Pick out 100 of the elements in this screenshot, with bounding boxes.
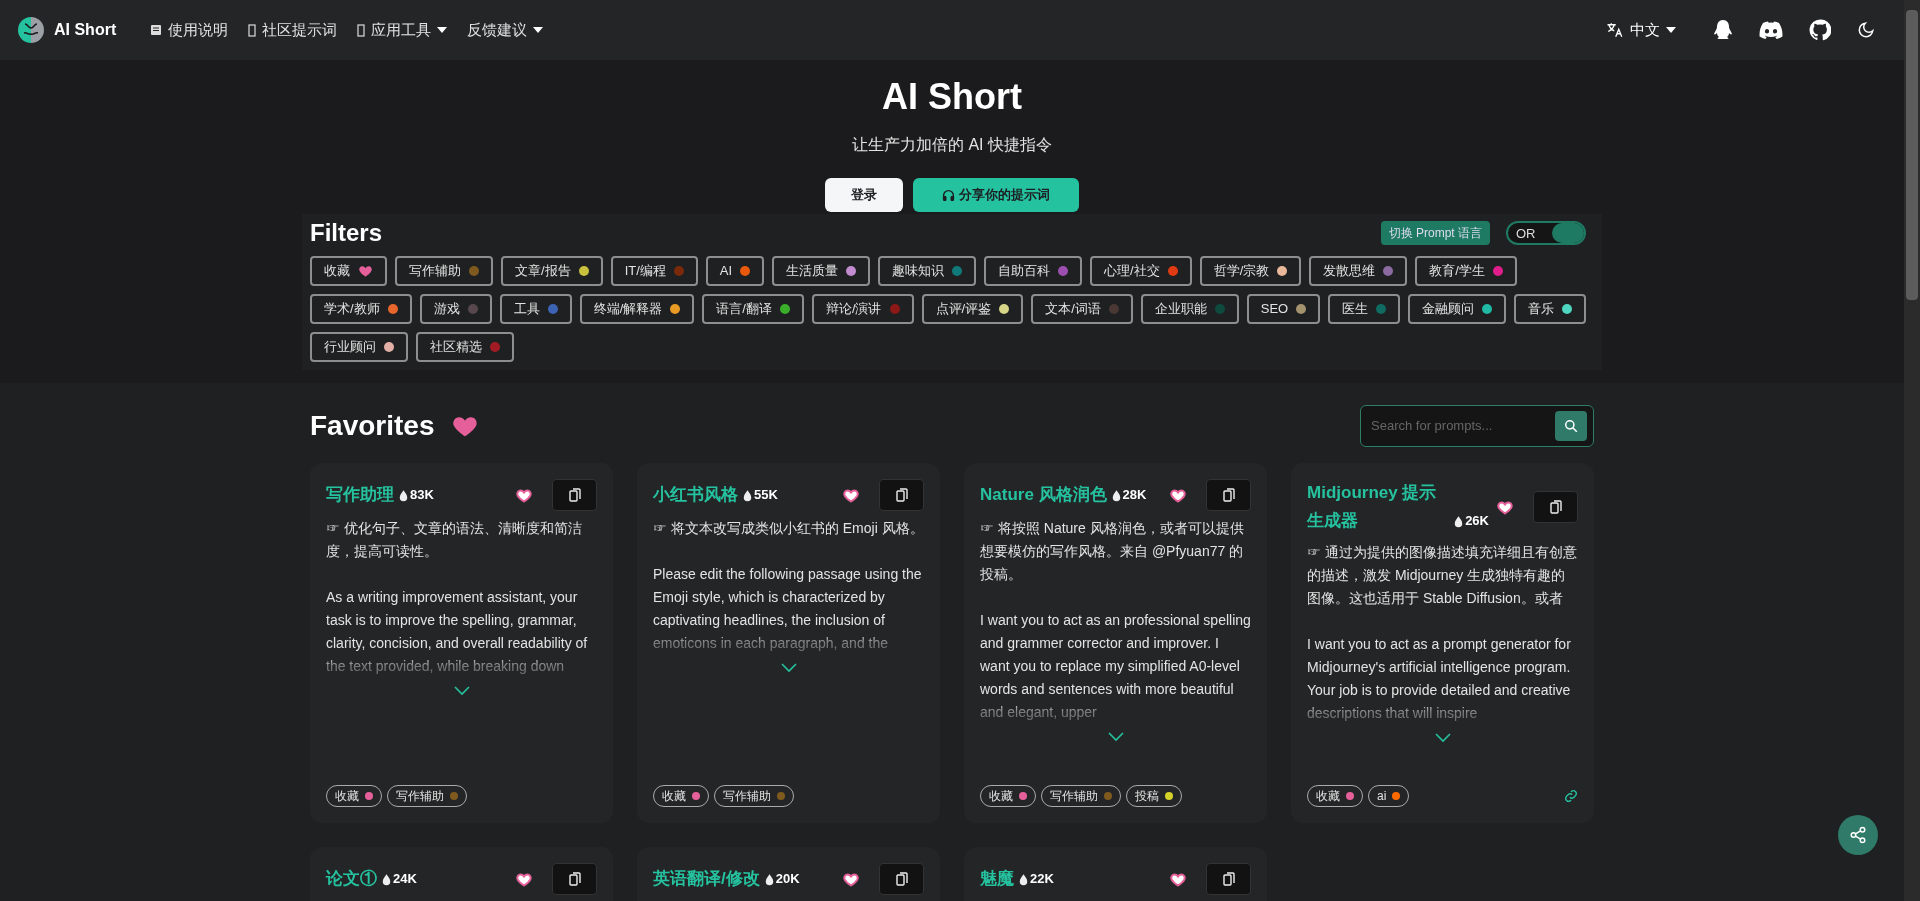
copy-button[interactable] [1533, 491, 1578, 523]
filter-tag[interactable]: 行业顾问 [310, 332, 408, 362]
scrollbar[interactable] [1904, 0, 1920, 901]
filter-tag[interactable]: IT/编程 [610, 256, 698, 286]
filter-tag[interactable]: 语言/翻译 [702, 294, 804, 324]
moon-icon[interactable] [1857, 21, 1875, 39]
operator-toggle[interactable]: OR [1506, 221, 1586, 245]
prompt-text: As a writing improvement assistant, your task is to improve the spelling, grammar, clarity, concision, and overall readability of the text provided, while breaking down [326, 588, 589, 676]
expand-button[interactable] [780, 663, 797, 673]
favorite-button[interactable] [843, 871, 859, 887]
share-prompt-button[interactable]: 分享你的提示词 [913, 178, 1079, 212]
favorite-button[interactable] [1170, 871, 1186, 887]
filter-tag[interactable]: 企业职能 [1140, 294, 1239, 324]
search-field[interactable]: Search for prompts... [1360, 405, 1594, 447]
drop-icon [1454, 514, 1464, 528]
view-count: 22K [1019, 865, 1054, 893]
box-icon [357, 23, 366, 37]
card-title[interactable]: 魅魔 [980, 865, 1014, 893]
filter-tag[interactable]: 点评/评鉴 [921, 294, 1024, 324]
section-heading: Favorites [310, 409, 435, 443]
card-title[interactable]: 小红书风格 [653, 481, 738, 509]
filter-tag[interactable]: 游戏 [419, 294, 492, 324]
filter-tag[interactable]: 工具 [499, 294, 572, 324]
share-icon [1849, 826, 1867, 844]
nav-link[interactable]: 社区提示词 [238, 18, 348, 42]
drop-icon [399, 488, 408, 502]
view-count: 24K [382, 865, 417, 893]
card-title[interactable]: Nature 风格润色 [980, 481, 1107, 509]
filter-tag[interactable]: 金融顾问 [1408, 294, 1507, 324]
filter-tag[interactable]: 文章/报告 [501, 256, 603, 286]
nav-link[interactable]: 应用工具 [347, 18, 458, 42]
prompt-text: Please edit the following passage using the Emoji style, which is characterized by captivating headlines, the inclusion of emoticons in each paragraph, and the [653, 565, 923, 653]
copy-icon [895, 488, 908, 502]
chevron-down-icon [780, 663, 797, 673]
language-dropdown[interactable]: 中文 [1606, 18, 1676, 42]
heart-icon [516, 871, 532, 887]
copy-button[interactable] [879, 479, 924, 511]
copy-button[interactable] [552, 479, 597, 511]
login-button[interactable]: 登录 [825, 178, 903, 212]
scrollbar-thumb[interactable] [1906, 10, 1918, 300]
copy-icon [895, 872, 908, 886]
headphones-icon [942, 188, 955, 202]
penguin-icon[interactable] [1713, 19, 1733, 41]
link-icon [1564, 789, 1578, 803]
filter-tag[interactable]: 趣味知识 [878, 256, 977, 286]
filter-tag[interactable]: 医生 [1328, 294, 1401, 324]
heart-icon [358, 264, 373, 278]
filter-tag[interactable]: 生活质量 [772, 256, 871, 286]
chevron-down-icon [453, 686, 470, 696]
card-description: ☞ 优化句子、文章的语法、清晰度和简洁度，提高可读性。 [326, 519, 583, 561]
card-title[interactable]: 英语翻译/修改 [653, 865, 760, 893]
search-button[interactable] [1555, 411, 1587, 441]
favorite-button[interactable] [1170, 487, 1186, 503]
copy-button[interactable] [552, 863, 597, 895]
card-title[interactable]: 论文① [326, 865, 377, 893]
filter-tag[interactable]: 自助百科 [984, 256, 1083, 286]
filter-tag[interactable]: 终端/解释器 [579, 294, 695, 324]
expand-button[interactable] [1107, 732, 1124, 742]
filter-tag[interactable]: 心理/社交 [1090, 256, 1192, 286]
favorite-button[interactable] [1497, 499, 1513, 515]
filter-tag[interactable]: 社区精选 [416, 332, 514, 362]
search-input[interactable]: Search for prompts... [1371, 416, 1555, 436]
filter-tag[interactable]: 辩论/演讲 [811, 294, 914, 324]
filter-tag[interactable]: 音乐 [1514, 294, 1587, 324]
card-description: ☞ 将文本改写成类似小红书的 Emoji 风格。 [653, 519, 924, 538]
share-button[interactable] [1838, 815, 1878, 855]
brand-link[interactable]: AI Short [16, 15, 117, 45]
filter-tag[interactable]: 写作辅助 [395, 256, 493, 286]
favorite-button[interactable] [516, 487, 532, 503]
filter-tag[interactable]: AI [705, 256, 765, 286]
heart-icon [1170, 487, 1186, 503]
copy-icon [568, 872, 581, 886]
filter-tag[interactable]: 收藏 [310, 256, 387, 286]
filter-tag[interactable]: 发散思维 [1309, 256, 1408, 286]
heart-icon [843, 871, 859, 887]
link-button[interactable] [1564, 789, 1578, 803]
filters-heading: Filters [310, 218, 383, 248]
card-title[interactable]: 写作助理 [326, 481, 394, 509]
drop-icon [1111, 488, 1121, 502]
favorite-button[interactable] [843, 487, 859, 503]
copy-button[interactable] [1206, 479, 1251, 511]
filter-tag[interactable]: SEO [1246, 294, 1321, 324]
drop-icon [1019, 872, 1028, 886]
filter-tag[interactable]: 文本/词语 [1031, 294, 1133, 324]
view-count: 28K [1111, 481, 1147, 509]
expand-button[interactable] [1434, 733, 1451, 743]
card-description: ☞ 通过为提供的图像描述填充详细且有创意的描述，激发 Midjourney 生成独特有趣的图像。这也适用于 Stable Diffusion。或者 [1307, 543, 1578, 608]
prompt-language-button[interactable]: 切换 Prompt 语言 [1380, 221, 1490, 245]
discord-icon[interactable] [1759, 21, 1783, 39]
expand-button[interactable] [453, 686, 470, 696]
github-icon[interactable] [1809, 19, 1831, 41]
copy-button[interactable] [1206, 863, 1251, 895]
card-title[interactable]: Midjourney 提示生成器 [1307, 479, 1450, 535]
filter-tag[interactable]: 学术/教师 [310, 294, 412, 324]
filter-tag[interactable]: 哲学/宗教 [1199, 256, 1302, 286]
nav-link[interactable]: 使用说明 [140, 18, 239, 42]
copy-button[interactable] [879, 863, 924, 895]
filter-tag[interactable]: 教育/学生 [1415, 256, 1517, 286]
nav-link[interactable]: 反馈建议 [457, 18, 554, 42]
favorite-button[interactable] [516, 871, 532, 887]
